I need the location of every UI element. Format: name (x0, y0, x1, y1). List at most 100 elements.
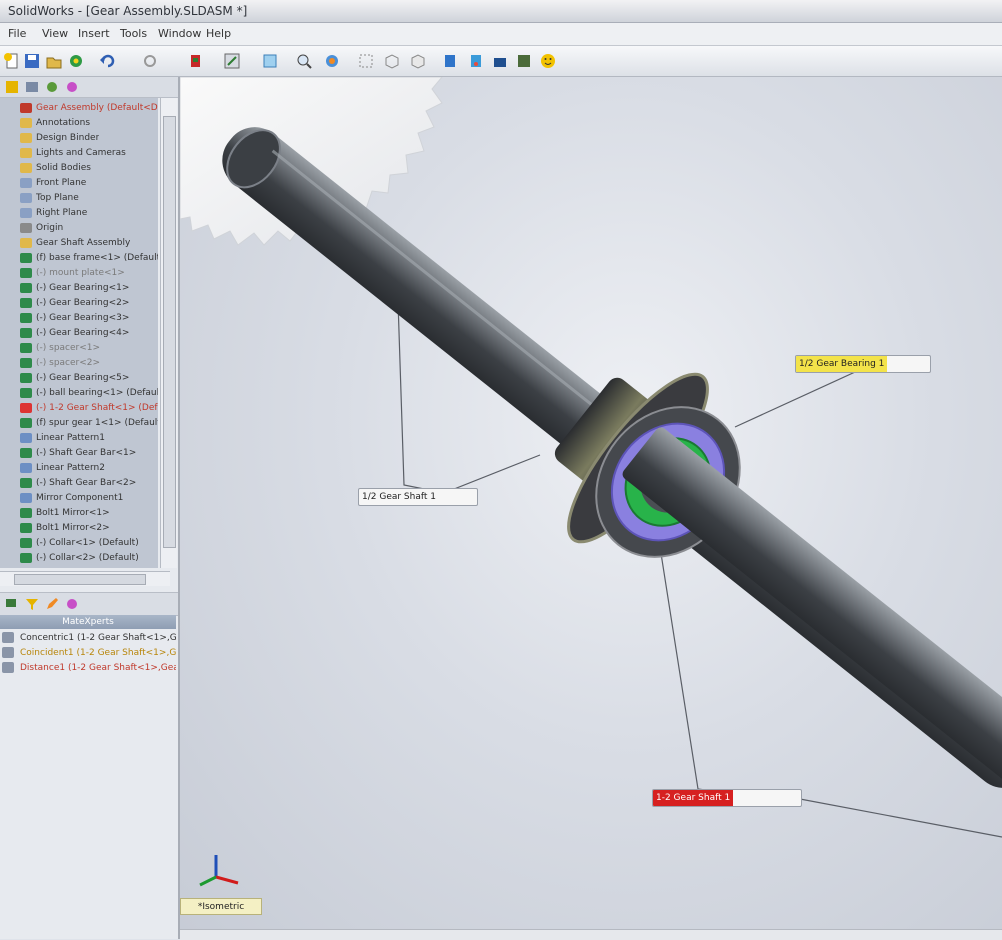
mate-item[interactable]: Coincident1 (1-2 Gear Shaft<1>,Gear Bear… (0, 645, 176, 660)
callout-left-text: 1/2 Gear Shaft 1 (362, 492, 436, 502)
graphics-viewport[interactable]: 1/2 Gear Bearing 1 1/2 Gear Shaft 1 1-2 … (180, 77, 1002, 929)
tree-item[interactable]: Gear Assembly (Default<Display State-1>) (0, 100, 158, 115)
mate-item[interactable]: Distance1 (1-2 Gear Shaft<1>,Gear Bearin… (0, 660, 176, 675)
menu-tools[interactable]: Tools (120, 27, 147, 40)
options-icon[interactable] (140, 51, 160, 71)
tree-item[interactable]: Lights and Cameras (0, 145, 158, 160)
tree-item[interactable]: Front Plane (0, 175, 158, 190)
scrollbar-thumb[interactable] (14, 574, 146, 585)
pencil-icon[interactable] (44, 596, 60, 612)
part-icon (20, 537, 32, 548)
plane-icon (20, 177, 32, 188)
tree-item[interactable]: Bolt1 Mirror<2> (0, 520, 158, 535)
pan-icon[interactable] (322, 51, 342, 71)
dim-xpert-tab-icon[interactable] (64, 79, 80, 95)
feature-manager-tab-icon[interactable] (4, 79, 20, 95)
tree-item[interactable]: (-) spacer<2> (0, 355, 158, 370)
tree-item[interactable]: Top Plane (0, 190, 158, 205)
tree-item-label: Gear Assembly (Default<Display State-1>) (36, 102, 158, 113)
rotate-icon[interactable] (294, 51, 314, 71)
new-file-icon[interactable] (2, 51, 22, 71)
hide-show-icon[interactable] (440, 51, 460, 71)
tree-item[interactable]: (-) ball bearing<1> (Default) (0, 385, 158, 400)
appearance-icon[interactable] (466, 51, 486, 71)
view-orientation-icon[interactable] (382, 51, 402, 71)
section-view-icon[interactable] (356, 51, 376, 71)
menu-help[interactable]: Help (206, 27, 231, 40)
mate-item-label: Coincident1 (1-2 Gear Shaft<1>,Gear Bear… (20, 647, 176, 658)
tree-item[interactable]: (-) Gear Bearing<3> (0, 310, 158, 325)
tree-item[interactable]: (-) 1-2 Gear Shaft<1> (Default) (0, 400, 158, 415)
scene-icon[interactable] (490, 51, 510, 71)
zoom-area-icon[interactable] (260, 51, 280, 71)
tree-item[interactable]: (-) Gear Bearing<5> (0, 370, 158, 385)
flag-icon[interactable] (4, 596, 20, 612)
face-icon[interactable] (538, 51, 558, 71)
tree-item-label: (-) Collar<2> (Default) (36, 552, 139, 563)
tree-item[interactable]: (-) Shaft Gear Bar<1> (0, 445, 158, 460)
tree-item[interactable]: (f) base frame<1> (Default) (0, 250, 158, 265)
tree-item[interactable]: Linear Pattern2 (0, 460, 158, 475)
tree-item[interactable]: Right Plane (0, 205, 158, 220)
tree-item[interactable]: (-) Gear Bearing<1> (0, 280, 158, 295)
undo-icon[interactable] (98, 51, 118, 71)
select-icon[interactable] (186, 51, 206, 71)
tree-item[interactable]: (-) mount plate<1> (0, 265, 158, 280)
plane-icon (20, 207, 32, 218)
tree-item[interactable]: (-) Gear Bearing<4> (0, 325, 158, 340)
part-icon (20, 447, 32, 458)
menu-window[interactable]: Window (158, 27, 201, 40)
model-view[interactable] (180, 77, 1002, 929)
tree-horizontal-scrollbar[interactable] (0, 571, 170, 586)
view-triad[interactable] (199, 855, 239, 887)
callout-left[interactable]: 1/2 Gear Shaft 1 (358, 488, 478, 506)
tree-item[interactable]: Annotations (0, 115, 158, 130)
tree-item[interactable]: Design Binder (0, 130, 158, 145)
save-icon[interactable] (22, 51, 42, 71)
tree-item[interactable]: (-) spacer<1> (0, 340, 158, 355)
tree-item[interactable]: (-) Shaft Gear Bar<2> (0, 475, 158, 490)
tree-item-label: Front Plane (36, 177, 87, 188)
open-icon[interactable] (44, 51, 64, 71)
mate-icon (2, 647, 14, 658)
tree-item[interactable]: Mirror Component1 (0, 490, 158, 505)
tree-item[interactable]: (-) Gear Bearing<2> (0, 295, 158, 310)
part-icon (20, 297, 32, 308)
tree-item[interactable]: Gear Shaft Assembly (0, 235, 158, 250)
tree-item-label: (-) mount plate<1> (36, 267, 125, 278)
zoom-fit-icon[interactable] (222, 51, 242, 71)
part-icon (20, 327, 32, 338)
tree-item[interactable]: (-) Collar<2> (Default) (0, 550, 158, 565)
smart-mate-icon[interactable] (514, 51, 534, 71)
callout-bottom-text: 1-2 Gear Shaft 1 (653, 790, 734, 806)
scrollbar-thumb[interactable] (163, 116, 176, 548)
mate-item[interactable]: Concentric1 (1-2 Gear Shaft<1>,Gear Bear… (0, 630, 176, 645)
panel-tabs (0, 77, 178, 98)
rebuild-icon[interactable] (66, 51, 86, 71)
tree-vertical-scrollbar[interactable] (160, 98, 177, 568)
display-style-icon[interactable] (408, 51, 428, 71)
menu-view[interactable]: View (42, 27, 68, 40)
callout-bottom[interactable]: 1-2 Gear Shaft 1 (652, 789, 802, 807)
filter-icon[interactable] (24, 596, 40, 612)
tree-item-label: (-) Shaft Gear Bar<2> (36, 477, 137, 488)
feature-tree: Gear Assembly (Default<Display State-1>)… (0, 98, 158, 568)
property-manager-tab-icon[interactable] (24, 79, 40, 95)
menu-file[interactable]: File (8, 27, 26, 40)
tree-item[interactable]: Origin (0, 220, 158, 235)
tree-item[interactable]: Bolt1 Mirror<1> (0, 505, 158, 520)
tree-item-label: (-) Collar<1> (Default) (36, 537, 139, 548)
menu-insert[interactable]: Insert (78, 27, 110, 40)
tree-item[interactable]: (f) spur gear 1<1> (Default) (0, 415, 158, 430)
mate-icon (2, 662, 14, 673)
lower-panel-tabs (0, 592, 178, 616)
tree-item[interactable]: Linear Pattern1 (0, 430, 158, 445)
tree-item[interactable]: Solid Bodies (0, 160, 158, 175)
plus-icon[interactable] (64, 596, 80, 612)
configuration-manager-tab-icon[interactable] (44, 79, 60, 95)
tree-item[interactable]: (-) Collar<1> (Default) (0, 535, 158, 550)
part-icon (20, 357, 32, 368)
part-icon (20, 507, 32, 518)
callout-top-right[interactable]: 1/2 Gear Bearing 1 (795, 355, 931, 373)
tree-item-label: Mirror Component1 (36, 492, 124, 503)
